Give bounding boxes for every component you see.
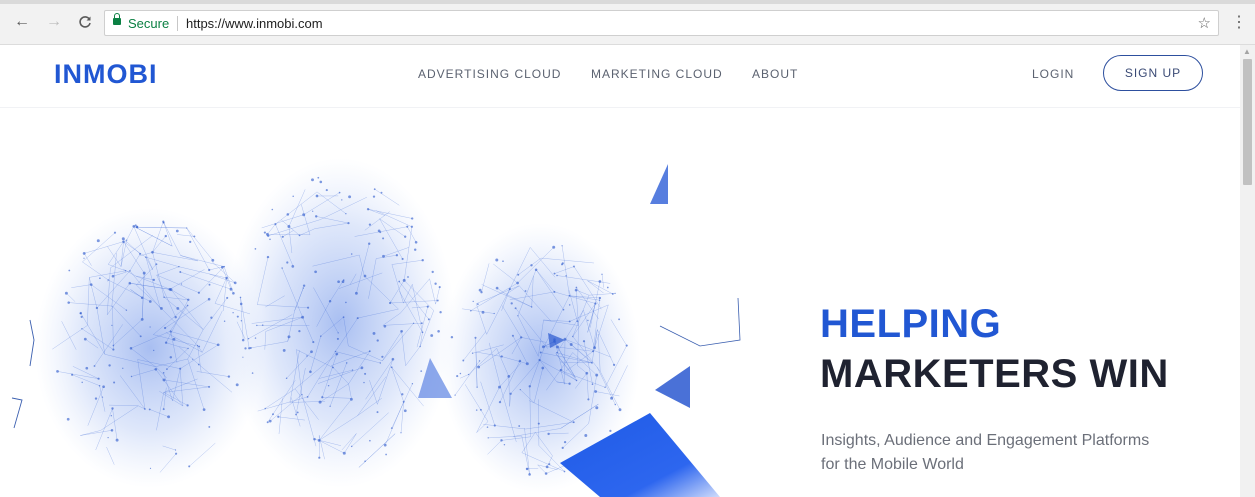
nav-about[interactable]: ABOUT [752, 67, 798, 81]
back-button[interactable]: ← [12, 12, 32, 32]
sign-up-button[interactable]: SIGN UP [1103, 55, 1203, 91]
hero-title-line2: MARKETERS WIN [820, 352, 1169, 396]
forward-button[interactable]: → [44, 12, 64, 32]
inmobi-logo[interactable]: INMOBI [54, 59, 194, 94]
arrow-left-icon: ← [14, 13, 30, 30]
arrow-right-icon: → [46, 13, 62, 30]
inmobi-logo-mark: INMOBI [54, 59, 158, 89]
url-text[interactable]: https://www.inmobi.com [186, 16, 323, 31]
login-link[interactable]: LOGIN [1032, 67, 1074, 81]
hero-subtitle: Insights, Audience and Engagement Platfo… [821, 432, 1150, 473]
tab-strip [0, 0, 1255, 4]
scroll-up-icon[interactable]: ▲ [1243, 47, 1251, 56]
reload-button[interactable] [75, 12, 95, 32]
star-icon[interactable]: ☆ [1198, 14, 1211, 32]
secure-label: Secure [128, 16, 170, 31]
network-illustration [11, 158, 741, 497]
nav-marketing-cloud[interactable]: MARKETING CLOUD [591, 67, 723, 81]
scroll-thumb[interactable] [1243, 59, 1252, 185]
site-header: INMOBI ADVERTISING CLOUD MARKETING CLOUD… [0, 45, 1240, 108]
floating-shard-right [655, 366, 690, 408]
hero-title-line1: HELPING [820, 302, 1002, 346]
browser-toolbar: ← → Secure https://www.inmobi.com ☆ ⋮ [0, 0, 1255, 45]
floating-shard-top [650, 164, 668, 204]
address-bar[interactable]: Secure https://www.inmobi.com ☆ [104, 10, 1219, 36]
address-divider [177, 16, 178, 31]
logo-text: INMOBI [54, 59, 158, 89]
reload-icon [79, 16, 91, 28]
lock-icon [113, 13, 121, 25]
nav-advertising-cloud[interactable]: ADVERTISING CLOUD [418, 67, 561, 81]
page-scrollbar[interactable]: ▲ [1240, 45, 1255, 497]
kebab-menu-icon[interactable]: ⋮ [1231, 12, 1247, 32]
